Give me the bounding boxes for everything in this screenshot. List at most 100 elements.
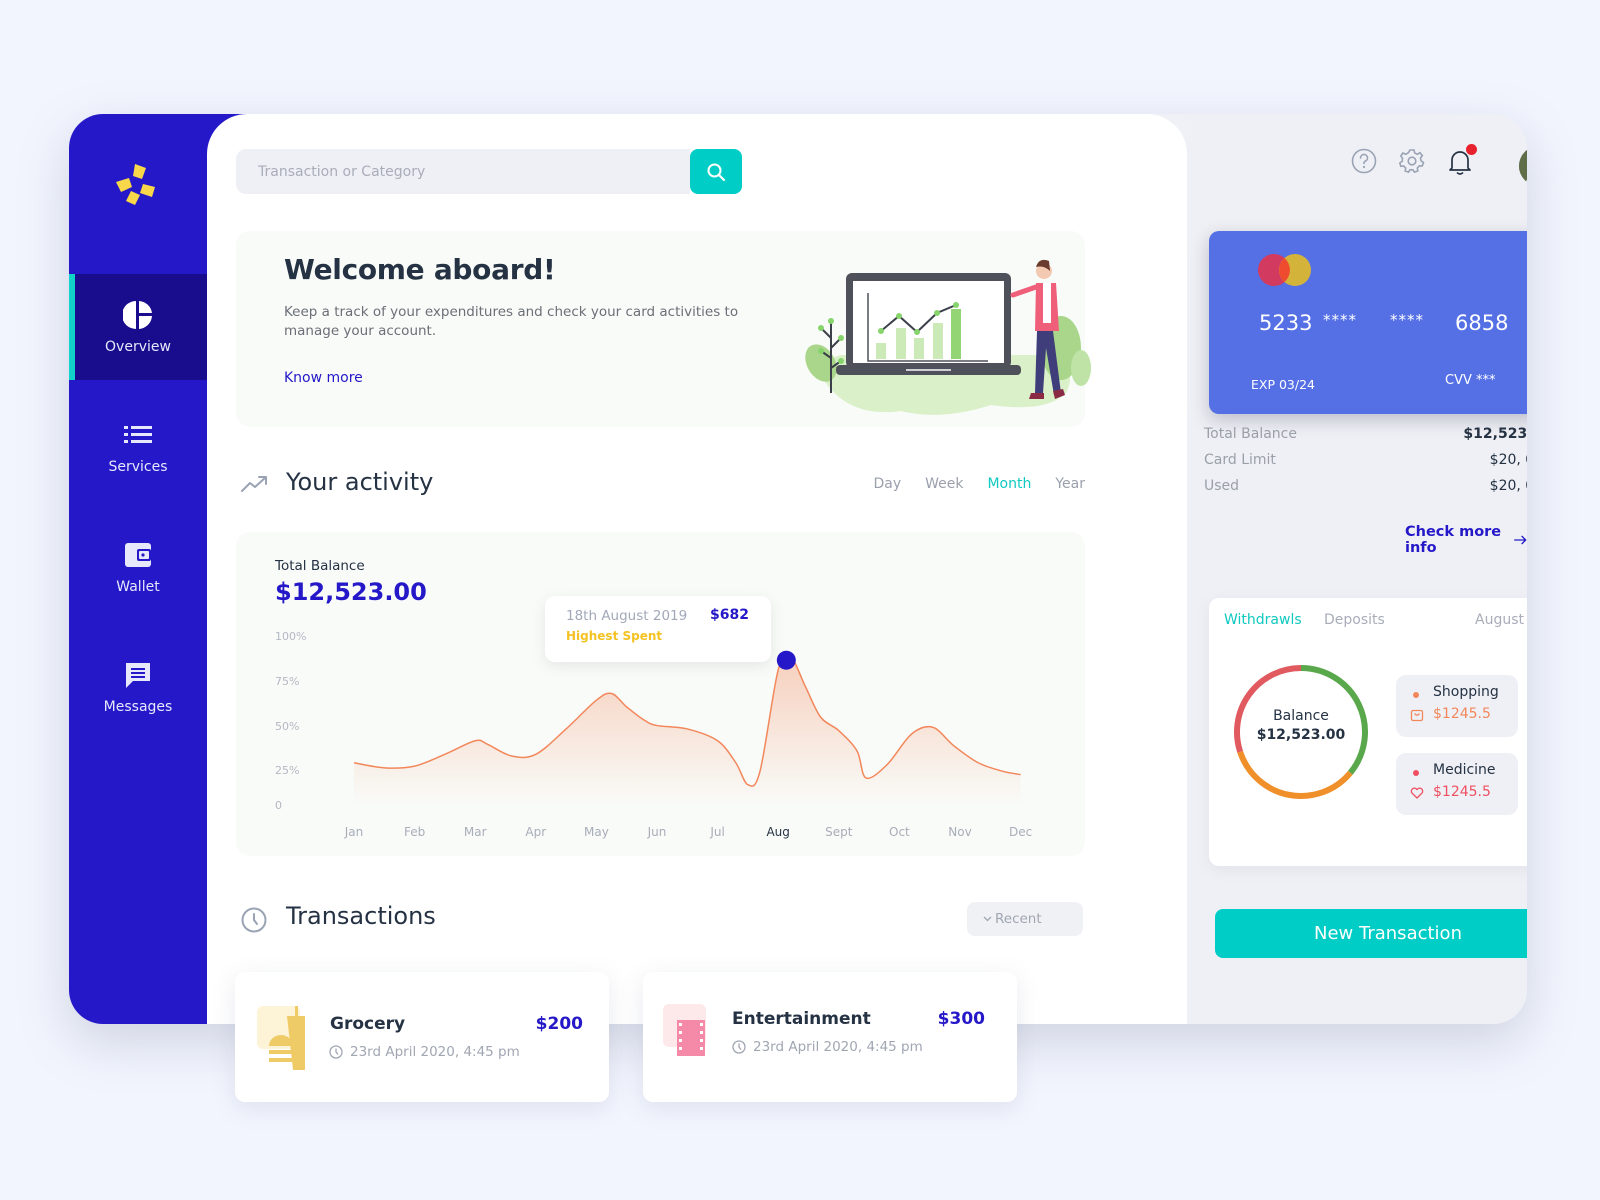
period-tabs: Day Week Month Year — [873, 476, 1085, 492]
main-content: Welcome aboard! Keep a track of your exp… — [207, 114, 1187, 1024]
x-tick-label: Aug — [766, 825, 789, 839]
card-cvv: CVV *** — [1445, 373, 1496, 388]
tooltip-label: Highest Spent — [566, 629, 663, 643]
sidebar-item-services[interactable]: Services — [69, 394, 207, 500]
y-tick-label: 100% — [275, 630, 306, 643]
search-icon — [707, 163, 726, 181]
x-tick-label: Jun — [647, 825, 667, 839]
donut-center: Balance $12,523.00 — [1231, 708, 1371, 743]
tab-withdrawls[interactable]: Withdrawls — [1224, 612, 1302, 628]
help-icon[interactable] — [1351, 148, 1377, 174]
info-value: $12,523.00 — [1463, 426, 1527, 442]
shopping-bag-icon — [1410, 709, 1424, 722]
tab-deposits[interactable]: Deposits — [1324, 612, 1385, 628]
card-number-first: 5233 — [1259, 311, 1313, 335]
category-amount: $1245.5 — [1433, 706, 1491, 722]
sidebar-item-label: Wallet — [116, 579, 160, 595]
analytics-illustration — [805, 259, 1091, 415]
know-more-link[interactable]: Know more — [284, 370, 363, 386]
activity-header: Your activity Day Week Month Year — [236, 466, 1085, 506]
tab-year[interactable]: Year — [1055, 476, 1085, 492]
category-medicine[interactable]: Medicine $1245.5 — [1396, 753, 1518, 815]
x-tick-label: Dec — [1009, 825, 1032, 839]
x-tick-label: Mar — [464, 825, 487, 839]
donut-center-label: Balance — [1273, 708, 1329, 724]
sidebar-item-overview[interactable]: Overview — [69, 274, 207, 380]
category-amount: $1245.5 — [1433, 784, 1491, 800]
sidebar-item-label: Messages — [103, 699, 173, 715]
y-tick-label: 75% — [275, 675, 299, 688]
credit-card[interactable]: 5233 **** **** 6858 EXP 03/24 CVV *** — [1209, 231, 1527, 414]
x-tick-label: Sept — [825, 825, 853, 839]
chart-tooltip: 18th August 2019 $682 Highest Spent — [545, 596, 771, 662]
transaction-date: 23rd April 2020, 4:45 pm — [329, 1044, 520, 1060]
info-label: Total Balance — [1204, 426, 1297, 442]
welcome-banner: Welcome aboard! Keep a track of your exp… — [236, 231, 1091, 427]
category-name: Medicine — [1433, 762, 1496, 778]
notification-bell-icon[interactable] — [1447, 144, 1477, 175]
transaction-amount: $300 — [937, 1009, 985, 1029]
app-window: Overview Services Wallet Messages 5233 *… — [69, 114, 1527, 1024]
info-value: $20, 000 — [1489, 478, 1527, 494]
tab-month[interactable]: Month — [987, 476, 1031, 492]
transaction-date-text: 23rd April 2020, 4:45 pm — [350, 1044, 520, 1060]
tab-week[interactable]: Week — [925, 476, 963, 492]
welcome-text: Keep a track of your expenditures and ch… — [284, 304, 739, 339]
transaction-card-grocery[interactable]: Grocery $200 23rd April 2020, 4:45 pm — [235, 972, 609, 1102]
x-tick-label: Oct — [889, 825, 910, 839]
donut-center-value: $12,523.00 — [1256, 727, 1346, 743]
search-button[interactable] — [690, 149, 742, 194]
food-icon — [257, 1006, 305, 1070]
list-icon — [122, 419, 154, 451]
y-tick-label: 0 — [275, 799, 282, 812]
x-tick-label: Apr — [525, 825, 546, 839]
card-number-mask: **** — [1390, 311, 1424, 329]
app-logo[interactable] — [113, 160, 163, 210]
search-input[interactable] — [236, 149, 690, 194]
card-number-mask: **** — [1323, 311, 1357, 329]
x-tick-label: May — [584, 825, 609, 839]
sort-dropdown[interactable]: Recent — [967, 902, 1083, 936]
avatar[interactable] — [1519, 146, 1527, 186]
activity-line-chart: 100% 75% 50% 25% 0 Jan Feb Mar Apr May Jun Jul Aug Se… — [275, 630, 1032, 839]
used-row: Used $20, 000 — [1204, 478, 1527, 494]
notification-badge — [1466, 144, 1477, 155]
right-panel: 5233 **** **** 6858 EXP 03/24 CVV *** To… — [1185, 114, 1527, 1024]
y-tick-label: 25% — [275, 764, 299, 777]
transaction-date: 23rd April 2020, 4:45 pm — [732, 1039, 923, 1055]
tooltip-date: 18th August 2019 — [566, 608, 688, 624]
new-transaction-button[interactable]: New Transaction — [1215, 909, 1527, 958]
info-value: $20, 000 — [1489, 452, 1527, 468]
sort-value: Recent — [995, 911, 1042, 927]
check-more-info-link[interactable]: Check more info — [1405, 524, 1527, 556]
trending-up-icon — [241, 476, 267, 492]
month-dropdown[interactable]: August — [1475, 612, 1527, 628]
tab-day[interactable]: Day — [873, 476, 901, 492]
pie-chart-icon — [122, 299, 154, 331]
settings-icon[interactable] — [1398, 148, 1425, 174]
transaction-amount: $200 — [535, 1014, 583, 1034]
transaction-name: Entertainment — [732, 1009, 871, 1029]
sidebar-item-messages[interactable]: Messages — [69, 634, 207, 740]
mastercard-logo-icon — [1258, 254, 1311, 286]
heart-icon — [1410, 787, 1424, 799]
category-shopping[interactable]: Shopping $1245.5 — [1396, 675, 1518, 737]
info-label: Card Limit — [1204, 452, 1276, 468]
message-icon — [122, 659, 154, 691]
film-icon — [663, 1004, 706, 1056]
transaction-card-entertainment[interactable]: Entertainment $300 23rd April 2020, 4:45… — [643, 972, 1017, 1102]
withdrawals-panel: Withdrawls Deposits August Balance $12,5… — [1209, 598, 1527, 866]
category-dot — [1413, 770, 1419, 776]
sidebar-item-label: Services — [108, 459, 168, 475]
x-tick-label: Nov — [948, 825, 971, 839]
activity-title: Your activity — [286, 468, 434, 496]
clock-icon — [732, 1040, 746, 1054]
transactions-title: Transactions — [286, 902, 436, 930]
category-name: Shopping — [1433, 684, 1499, 700]
month-value: August — [1475, 612, 1524, 628]
welcome-title: Welcome aboard! — [284, 253, 556, 286]
wallet-icon — [122, 539, 154, 571]
sidebar-item-wallet[interactable]: Wallet — [69, 514, 207, 620]
transactions-header: Transactions Recent — [236, 902, 1085, 942]
x-tick-label: Jul — [709, 825, 724, 839]
